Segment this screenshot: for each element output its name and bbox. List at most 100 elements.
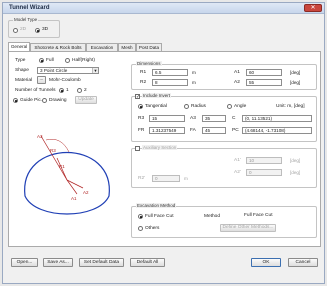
drawing-radio[interactable]: [42, 98, 47, 103]
invert-group: ✓ Include Invert Tangential Radius Angle…: [131, 93, 317, 142]
model-type-label: Model Type: [13, 17, 39, 22]
guide-pic-radio[interactable]: [13, 98, 18, 103]
method-label: Method: [204, 214, 220, 219]
others-label: Others: [145, 226, 160, 231]
type-full-label: Full: [46, 58, 54, 63]
shape-value: 3 Point Circle: [40, 68, 68, 73]
fa-field-label: FA: [190, 128, 196, 133]
aux-r2-unit: m: [184, 176, 188, 181]
tangential-radio[interactable]: [138, 104, 143, 109]
model-type-group: Model Type 2D 3D: [8, 17, 60, 38]
a1-input[interactable]: 60: [246, 69, 282, 76]
dimensions-label: Dimensions: [136, 61, 162, 66]
r3-label: R3: [50, 148, 56, 153]
update-button[interactable]: Update: [75, 96, 97, 104]
open-button[interactable]: Open...: [11, 258, 38, 267]
tab-mesh[interactable]: Mesh: [118, 43, 136, 51]
r2-input[interactable]: 8: [152, 79, 188, 86]
r1-unit: m: [192, 70, 196, 75]
excavation-method-label: Excavation Method: [136, 203, 177, 208]
auxiliary-label: Auxiliary Section: [142, 145, 178, 150]
excavation-method-group: Excavation Method Full Face Cut Method F…: [131, 203, 317, 238]
fr-field-label: FR: [138, 128, 145, 133]
a2-line: [66, 179, 84, 189]
dimensions-group: Dimensions R1 6.5 m A1 60 [deg] R2 8 m A…: [131, 61, 317, 90]
a1-line: [66, 179, 78, 195]
general-panel: Type Full Half(Right) Shape 3 Point Circ…: [8, 51, 321, 247]
aux-a2-unit: [deg]: [290, 170, 301, 175]
fa-input[interactable]: 45: [202, 127, 226, 134]
shape-label: Shape: [15, 68, 29, 73]
type-label: Type: [15, 58, 26, 63]
tunnel-outline: [24, 152, 110, 215]
r3-input[interactable]: 15: [149, 115, 185, 122]
auxiliary-checkbox[interactable]: [135, 146, 140, 151]
material-browse-button[interactable]: ...: [37, 76, 46, 84]
others-radio[interactable]: [138, 226, 143, 231]
tunnels-2-radio[interactable]: [77, 88, 82, 93]
r1-field-label: R1: [140, 70, 147, 75]
guide-pic-label: Guide Pic.: [20, 98, 43, 103]
r1-label: R1: [59, 164, 65, 169]
tunnels-1-radio[interactable]: [59, 88, 64, 93]
tunnels-label: Number of Tunnels: [15, 88, 56, 93]
radius-label: Radius: [191, 104, 206, 109]
r1-input[interactable]: 6.5: [152, 69, 188, 76]
tab-excavation[interactable]: Excavation: [86, 43, 118, 51]
full-face-radio[interactable]: [138, 214, 143, 219]
tab-shotcrete-rock-bolts[interactable]: Shotcrete & Rock Bolts: [30, 43, 86, 51]
cancel-button[interactable]: Cancel: [288, 258, 318, 267]
r2-unit: m: [192, 80, 196, 85]
model-2d-radio[interactable]: [13, 28, 18, 33]
model-3d-label: 3D: [42, 27, 49, 32]
tab-general[interactable]: General: [8, 42, 30, 51]
aux-a2-input[interactable]: 0: [246, 169, 282, 176]
radius-radio[interactable]: [184, 104, 189, 109]
a1-label: A1: [71, 196, 77, 201]
ok-button[interactable]: OK: [251, 258, 281, 267]
a1-unit: [deg]: [290, 70, 301, 75]
r3-field-label: R3: [138, 116, 145, 121]
aux-a2-label: A2': [234, 170, 241, 175]
chevron-down-icon: ▼: [92, 68, 98, 73]
tunnel-preview-drawing: A3 R3 R1 A1 A2: [24, 134, 110, 215]
method-value: Full Face Cut: [244, 213, 273, 218]
tunnels-1-label: 1: [66, 88, 69, 93]
a3-label: A3: [37, 134, 43, 139]
pc-value: (4.68144, -1.73108): [242, 127, 312, 134]
a2-field-label: A2: [234, 80, 240, 85]
type-full-radio[interactable]: [39, 58, 44, 63]
window-title: Tunnel Wizard: [9, 5, 50, 11]
angle-radio[interactable]: [227, 104, 232, 109]
material-label: Material: [15, 78, 33, 83]
a3-input[interactable]: 35: [202, 115, 226, 122]
title-bar: Tunnel Wizard ✕: [3, 3, 324, 14]
define-other-methods-button[interactable]: Define Other Methods...: [220, 224, 276, 232]
r1-line: [56, 157, 68, 181]
tunnels-2-label: 2: [84, 88, 87, 93]
a3-field-label: A3: [190, 116, 196, 121]
aux-a1-label: A1': [234, 158, 241, 163]
a2-input[interactable]: 55: [246, 79, 282, 86]
close-button[interactable]: ✕: [304, 4, 322, 12]
a1-field-label: A1: [234, 70, 240, 75]
a2-unit: [deg]: [290, 80, 301, 85]
material-value: Mohr-Coulomb: [49, 78, 81, 83]
fr-value: 1.31237549: [149, 127, 185, 134]
save-as-button[interactable]: Save As...: [43, 258, 73, 267]
full-face-label: Full Face Cut: [145, 214, 174, 219]
tangential-label: Tangential: [145, 104, 167, 109]
aux-r2-input[interactable]: 0: [152, 175, 180, 182]
type-half-radio[interactable]: [65, 58, 70, 63]
default-all-button[interactable]: Default All: [130, 258, 165, 267]
r2-field-label: R2: [140, 80, 147, 85]
set-default-data-button[interactable]: Set Default Data: [79, 258, 124, 267]
unit-note: Unit: m, [deg]: [276, 104, 305, 109]
model-2d-label: 2D: [20, 27, 27, 32]
include-invert-checkbox[interactable]: ✓: [135, 94, 140, 100]
shape-select[interactable]: 3 Point Circle ▼: [37, 67, 99, 74]
type-half-label: Half(Right): [72, 58, 95, 63]
model-3d-radio[interactable]: [35, 28, 40, 33]
aux-a1-input[interactable]: 10: [246, 157, 282, 164]
tab-post-data[interactable]: Post Data: [136, 43, 162, 51]
